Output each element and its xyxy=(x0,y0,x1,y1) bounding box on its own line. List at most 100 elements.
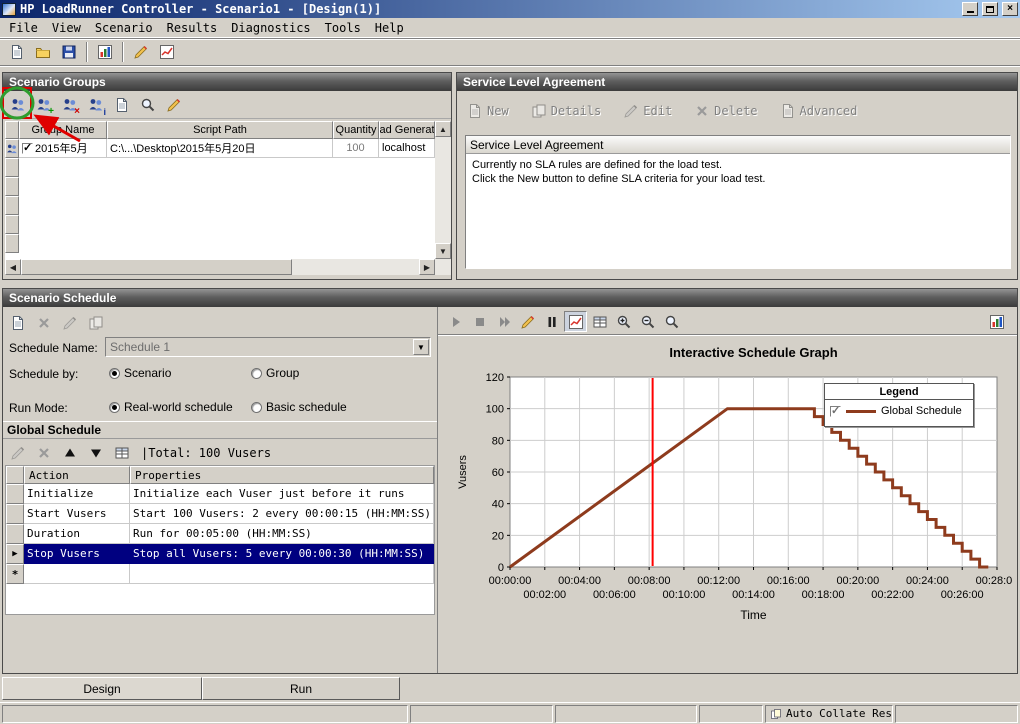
add-vusers-button[interactable]: + xyxy=(31,93,56,116)
row-selector[interactable] xyxy=(5,158,19,177)
column-header-action[interactable]: Action xyxy=(24,466,130,484)
menu-view[interactable]: View xyxy=(45,19,88,37)
row-selector[interactable] xyxy=(6,524,24,544)
row-selector[interactable] xyxy=(5,234,19,253)
results-view-button[interactable] xyxy=(154,41,179,64)
action-cell[interactable]: Initialize xyxy=(24,484,130,504)
row-selector[interactable] xyxy=(6,484,24,504)
properties-cell[interactable]: Start 100 Vusers: 2 every 00:00:15 (HH:M… xyxy=(130,504,434,524)
menu-tools[interactable]: Tools xyxy=(318,19,368,37)
properties-cell[interactable] xyxy=(130,564,434,584)
menu-scenario[interactable]: Scenario xyxy=(88,19,160,37)
properties-cell[interactable]: Run for 00:05:00 (HH:MM:SS) xyxy=(130,524,434,544)
menu-help[interactable]: Help xyxy=(368,19,411,37)
schedule-by-group-option[interactable]: Group xyxy=(251,366,299,380)
delete-action-button[interactable] xyxy=(31,442,56,465)
load-generator-cell[interactable]: localhost xyxy=(379,139,435,158)
minimize-button[interactable] xyxy=(962,2,978,16)
schedule-by-group-radio[interactable] xyxy=(251,368,262,379)
add-group-button[interactable] xyxy=(109,93,134,116)
row-selector[interactable]: * xyxy=(6,564,24,584)
remove-vusers-button[interactable]: × xyxy=(57,93,82,116)
zoom-out-button[interactable] xyxy=(636,311,659,332)
run-mode-basic-label[interactable]: Basic schedule xyxy=(266,400,347,414)
action-cell[interactable]: Stop Vusers xyxy=(24,544,130,564)
delete-schedule-button[interactable] xyxy=(31,311,56,334)
vusers-button[interactable] xyxy=(5,93,30,116)
play-button[interactable] xyxy=(444,311,467,332)
column-header-group-name[interactable]: Group Name xyxy=(19,121,107,139)
properties-cell[interactable]: Initialize each Vuser just before it run… xyxy=(130,484,434,504)
auto-collate-indicator[interactable]: Auto Collate Resu xyxy=(765,705,893,723)
sla-details-button[interactable]: Details xyxy=(531,103,602,119)
save-scenario-button[interactable] xyxy=(56,41,81,64)
script-path-cell[interactable]: C:\...\Desktop\2015年5月20日 xyxy=(107,139,333,158)
column-header-properties[interactable]: Properties xyxy=(130,466,434,484)
stop-button[interactable] xyxy=(468,311,491,332)
run-mode-realworld-option[interactable]: Real-world schedule xyxy=(109,400,233,414)
schedule-row-duration[interactable]: Duration Run for 00:05:00 (HH:MM:SS) xyxy=(6,524,434,544)
graph-view-button[interactable] xyxy=(564,311,587,332)
show-grid-button[interactable] xyxy=(109,442,134,465)
vertical-scrollbar[interactable]: ▲ ▼ xyxy=(435,121,451,259)
action-cell[interactable]: Duration xyxy=(24,524,130,544)
schedule-name-combobox[interactable]: Schedule 1 ▼ xyxy=(105,337,431,357)
group-row[interactable]: 2015年5月 C:\...\Desktop\2015年5月20日 100 lo… xyxy=(5,139,435,158)
run-mode-basic-option[interactable]: Basic schedule xyxy=(251,400,347,414)
quantity-cell[interactable]: 100 xyxy=(333,139,379,158)
schedule-by-group-label[interactable]: Group xyxy=(266,366,299,380)
row-selector[interactable] xyxy=(5,139,19,158)
sla-delete-button[interactable]: Delete xyxy=(694,103,757,119)
duplicate-schedule-button[interactable] xyxy=(83,311,108,334)
column-header-quantity[interactable]: Quantity xyxy=(333,121,379,139)
sla-new-button[interactable]: New xyxy=(467,103,509,119)
action-cell[interactable]: Start Vusers xyxy=(24,504,130,524)
new-schedule-button[interactable] xyxy=(5,311,30,334)
scrollbar-track[interactable] xyxy=(21,259,419,275)
menu-diagnostics[interactable]: Diagnostics xyxy=(224,19,317,37)
schedule-row-stop-vusers[interactable]: ▶ Stop Vusers Stop all Vusers: 5 every 0… xyxy=(6,544,434,564)
open-scenario-button[interactable] xyxy=(30,41,55,64)
sla-edit-button[interactable]: Edit xyxy=(623,103,672,119)
run-mode-realworld-radio[interactable] xyxy=(109,402,120,413)
group-enabled-checkbox[interactable] xyxy=(22,143,33,154)
legend-entry[interactable]: Global Schedule xyxy=(825,400,973,417)
tab-design[interactable]: Design xyxy=(2,677,202,700)
reset-button[interactable] xyxy=(492,311,515,332)
scrollbar-track[interactable] xyxy=(435,137,451,243)
schedule-by-scenario-label[interactable]: Scenario xyxy=(124,366,171,380)
row-selector[interactable] xyxy=(5,215,19,234)
run-mode-realworld-label[interactable]: Real-world schedule xyxy=(124,400,233,414)
column-header-script-path[interactable]: Script Path xyxy=(107,121,333,139)
sla-advanced-button[interactable]: Advanced xyxy=(780,103,858,119)
design-view-button[interactable] xyxy=(128,41,153,64)
view-script-button[interactable] xyxy=(135,93,160,116)
move-up-button[interactable] xyxy=(57,442,82,465)
group-name-cell[interactable]: 2015年5月 xyxy=(19,139,107,158)
scroll-right-button[interactable]: ▶ xyxy=(419,259,435,275)
column-header-load-generators[interactable]: ad Generat xyxy=(379,121,435,139)
scrollbar-thumb[interactable] xyxy=(21,259,292,275)
close-button[interactable]: × xyxy=(1002,2,1018,16)
zoom-in-button[interactable] xyxy=(612,311,635,332)
scroll-down-button[interactable]: ▼ xyxy=(435,243,451,259)
schedule-by-scenario-option[interactable]: Scenario xyxy=(109,366,171,380)
tab-run[interactable]: Run xyxy=(202,677,400,700)
row-selector[interactable] xyxy=(5,196,19,215)
horizontal-scrollbar[interactable]: ◀ ▶ xyxy=(5,259,435,275)
new-scenario-button[interactable] xyxy=(4,41,29,64)
scroll-up-button[interactable]: ▲ xyxy=(435,121,451,137)
vuser-status-button[interactable] xyxy=(92,41,117,64)
schedule-by-scenario-radio[interactable] xyxy=(109,368,120,379)
zoom-reset-button[interactable] xyxy=(660,311,683,332)
edit-graph-button[interactable] xyxy=(516,311,539,332)
properties-cell[interactable]: Stop all Vusers: 5 every 00:00:30 (HH:MM… xyxy=(130,544,434,564)
pause-button[interactable] xyxy=(540,311,563,332)
schedule-row-initialize[interactable]: Initialize Initialize each Vuser just be… xyxy=(6,484,434,504)
edit-script-button[interactable] xyxy=(161,93,186,116)
rename-schedule-button[interactable] xyxy=(57,311,82,334)
schedule-row-new[interactable]: * xyxy=(6,564,434,584)
row-selector[interactable] xyxy=(5,177,19,196)
run-mode-basic-radio[interactable] xyxy=(251,402,262,413)
move-down-button[interactable] xyxy=(83,442,108,465)
